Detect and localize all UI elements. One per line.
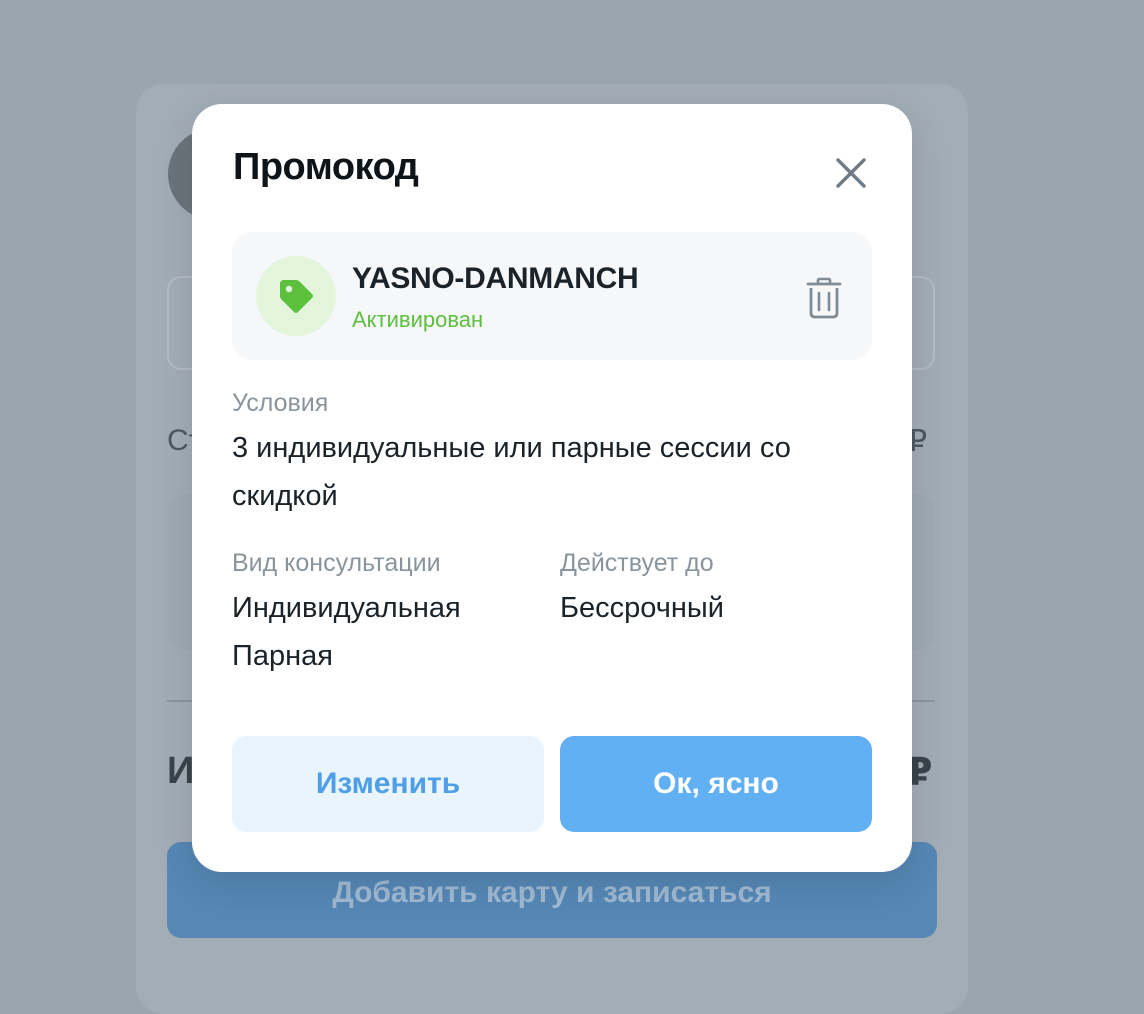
modal-title: Промокод	[233, 146, 419, 188]
delete-promo-button[interactable]	[800, 274, 848, 322]
promo-code-status: Активирован	[352, 307, 484, 332]
close-icon	[836, 158, 866, 188]
change-button[interactable]: Изменить	[232, 736, 544, 832]
promo-code-modal: Промокод YASNO-DANMANCH Активирован Усло…	[192, 104, 912, 872]
ok-button[interactable]: Ок, ясно	[560, 736, 872, 832]
conditions-label: Условия	[232, 389, 329, 417]
consultation-type-item: Парная	[232, 640, 333, 672]
consultation-type-label: Вид консультации	[232, 549, 441, 577]
promo-code-card: YASNO-DANMANCH Активирован	[232, 232, 872, 360]
consultation-type-item: Индивидуальная	[232, 592, 461, 624]
tag-icon	[280, 280, 313, 313]
close-button[interactable]	[828, 150, 874, 196]
valid-until-label: Действует до	[560, 549, 714, 577]
promo-code-value: YASNO-DANMANCH	[352, 262, 639, 295]
trash-icon	[806, 277, 842, 319]
conditions-value: 3 индивидуальные или парные сессии со ск…	[232, 432, 791, 512]
valid-until-value: Бессрочный	[560, 592, 724, 624]
consultation-type-list: Индивидуальная Парная	[232, 584, 461, 680]
background-price-label: Стоимость	[167, 424, 193, 457]
tag-icon-badge	[256, 256, 336, 336]
